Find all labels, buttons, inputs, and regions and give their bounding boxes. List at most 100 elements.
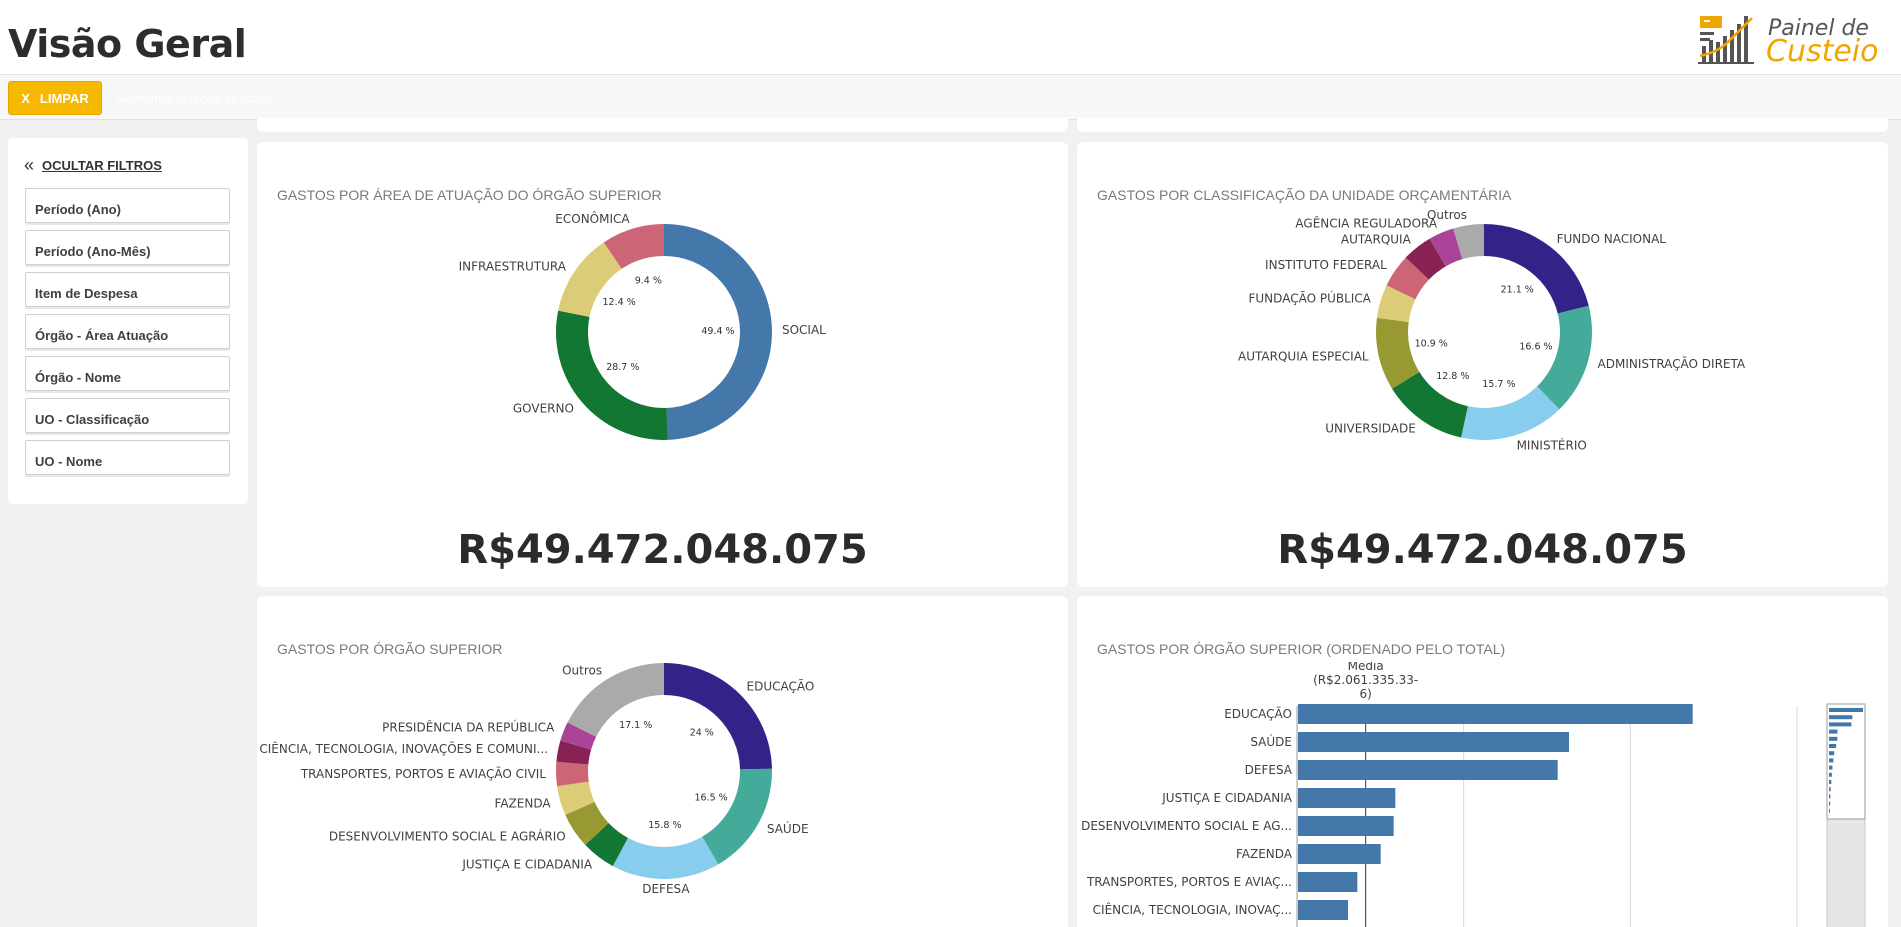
slice-label: SAÚDE <box>767 821 809 836</box>
minimap-bar <box>1829 751 1835 756</box>
bar-educacao[interactable] <box>1298 704 1693 724</box>
minimap-bar <box>1829 808 1830 813</box>
slice-label: PRESIDÊNCIA DA REPÚBLICA <box>382 720 555 735</box>
card-partial-top-left <box>257 118 1068 132</box>
app-logo: Painel de Custeio <box>1698 12 1888 69</box>
slice-label: EDUCAÇÃO <box>747 679 815 694</box>
close-icon: X <box>21 90 30 106</box>
slice-label: GOVERNO <box>513 401 574 415</box>
donut-chart-orgao[interactable]: EDUCAÇÃO 24 % SAÚDE 16.5 % DEFESA 15.8 % JUSTI… <box>257 656 1068 927</box>
card-partial-top-right <box>1077 118 1888 132</box>
minimap-bar <box>1829 801 1831 806</box>
slice-percent: 24 % <box>690 727 714 738</box>
card-title: GASTOS POR ÁREA DE ATUAÇÃO DO ÓRGÃO SUPE… <box>277 187 662 203</box>
filter-uo-classificacao[interactable]: UO - Classificação <box>25 398 230 433</box>
slice-label: JUSTIÇA E CIDADANIA <box>461 858 593 872</box>
card-gastos-classificacao: GASTOS POR CLASSIFICAÇÃO DA UNIDADE ORÇA… <box>1077 142 1888 587</box>
minimap-bar <box>1829 744 1837 748</box>
filter-label: Período (Ano) <box>35 202 121 217</box>
filter-label: UO - Classificação <box>35 412 150 427</box>
double-chevron-left-icon: « <box>24 155 35 175</box>
page-title: Visão Geral <box>8 22 247 66</box>
slice-percent: 10.9 % <box>1415 338 1448 349</box>
filter-label: Período (Ano-Mês) <box>35 244 151 259</box>
slice-label: FUNDAÇÃO PÚBLICA <box>1249 290 1372 305</box>
clear-selections-button[interactable]: X LIMPAR <box>8 81 102 115</box>
bar-transportes-portos-e-aviac[interactable] <box>1298 872 1358 892</box>
minimap-bar <box>1829 794 1831 799</box>
filter-orgao-area[interactable]: Órgão - Área Atuação <box>25 314 230 349</box>
hide-filters-link[interactable]: « OCULTAR FILTROS <box>24 156 162 174</box>
reference-value-cont: 6) <box>1360 687 1372 701</box>
minimap-bar <box>1829 708 1863 712</box>
slice-label: ADMINISTRAÇÃO DIRETA <box>1598 356 1746 371</box>
slice-administracao-direta[interactable] <box>1537 305 1592 410</box>
bar-justica-e-cidadania[interactable] <box>1298 788 1396 808</box>
slice-label: Outros <box>562 664 602 678</box>
slice-saude[interactable] <box>702 768 772 865</box>
bar-fazenda[interactable] <box>1298 844 1381 864</box>
slice-defesa[interactable] <box>612 836 719 879</box>
card-title: GASTOS POR CLASSIFICAÇÃO DA UNIDADE ORÇA… <box>1097 187 1512 203</box>
bar-label: TRANSPORTES, PORTOS E AVIAÇ... <box>1086 875 1292 889</box>
slice-label: FAZENDA <box>495 797 552 811</box>
kpi-total: R$49.472.048.075 <box>1277 527 1688 573</box>
slice-label: INFRAESTRUTURA <box>459 259 567 273</box>
bar-desenvolvimento-social-e-ag[interactable] <box>1298 816 1394 836</box>
slice-label: DEFESA <box>642 882 690 896</box>
bar-label: SAÚDE <box>1250 734 1292 749</box>
slice-label: Outros <box>1427 208 1467 222</box>
slice-percent: 16.5 % <box>694 792 727 803</box>
slice-label: DESENVOLVIMENTO SOCIAL E AGRÁRIO <box>329 828 566 843</box>
slice-percent: 21.1 % <box>1501 284 1534 295</box>
bar-label: JUSTIÇA E CIDADANIA <box>1161 791 1293 805</box>
bar-label: FAZENDA <box>1236 847 1293 861</box>
filter-periodo-ano-mes[interactable]: Período (Ano-Mês) <box>25 230 230 265</box>
filter-label: Item de Despesa <box>35 286 138 301</box>
slice-label: CIÊNCIA, TECNOLOGIA, INOVAÇÕES E COMUNI.… <box>259 741 548 756</box>
minimap-bar <box>1829 722 1852 727</box>
filter-uo-nome[interactable]: UO - Nome <box>25 440 230 475</box>
bar-chart-ordenado[interactable]: Média(R$2.061.335.33-6) EDUCAÇÃO SAÚDE DEFE… <box>1077 662 1888 927</box>
slice-label: ECONÔMICA <box>555 211 630 226</box>
slice-label: AUTARQUIA <box>1341 232 1412 246</box>
filter-label: Órgão - Nome <box>35 370 121 385</box>
filter-periodo-ano[interactable]: Período (Ano) <box>25 188 230 223</box>
minimap-bar <box>1829 765 1833 770</box>
slice-label: MINISTÉRIO <box>1517 437 1587 452</box>
clear-label: LIMPAR <box>39 90 89 106</box>
slice-percent: 28.7 % <box>606 362 639 373</box>
bar-label: DESENVOLVIMENTO SOCIAL E AG... <box>1081 819 1292 833</box>
minimap-bar <box>1829 787 1831 792</box>
bar-saude[interactable] <box>1298 732 1569 752</box>
donut-chart-classificacao[interactable]: FUNDO NACIONAL 21.1 % ADMINISTRAÇÃO DIRETA… <box>1077 202 1888 522</box>
bar-ciencia-tecnologia-inovac[interactable] <box>1298 900 1348 920</box>
selection-toolbar: X LIMPAR Nenhuma seleção aplicada <box>0 74 1901 120</box>
filter-orgao-nome[interactable]: Órgão - Nome <box>25 356 230 391</box>
slice-percent: 15.8 % <box>648 820 681 831</box>
bar-label: DEFESA <box>1245 763 1293 777</box>
slice-ministerio[interactable] <box>1461 386 1560 440</box>
slice-percent: 16.6 % <box>1519 342 1552 353</box>
slice-percent: 12.8 % <box>1436 371 1469 382</box>
selection-status: Nenhuma seleção aplicada <box>116 91 273 106</box>
filter-label: Órgão - Área Atuação <box>35 328 169 343</box>
slice-percent: 15.7 % <box>1482 379 1515 390</box>
slice-percent: 49.4 % <box>701 326 734 337</box>
slice-label: INSTITUTO FEDERAL <box>1265 258 1387 272</box>
logo-line2: Custeio <box>1766 34 1879 69</box>
minimap-bar <box>1829 736 1838 741</box>
bar-label: EDUCAÇÃO <box>1224 706 1292 721</box>
card-gastos-orgao-ordenado: GASTOS POR ÓRGÃO SUPERIOR (ORDENADO PELO… <box>1077 596 1888 927</box>
slice-label: TRANSPORTES, PORTOS E AVIAÇÃO CIVIL <box>300 766 547 781</box>
filter-item-despesa[interactable]: Item de Despesa <box>25 272 230 307</box>
slice-label: FUNDO NACIONAL <box>1557 232 1667 246</box>
bar-defesa[interactable] <box>1298 760 1558 780</box>
slice-label: AGÊNCIA REGULADORA <box>1295 216 1438 231</box>
reference-label: Média <box>1348 662 1384 673</box>
card-gastos-area: GASTOS POR ÁREA DE ATUAÇÃO DO ÓRGÃO SUPE… <box>257 142 1068 587</box>
donut-chart-area[interactable]: SOCIAL 49.4 % GOVERNO 28.7 % INFRAESTRUTURA 1… <box>257 202 1068 522</box>
slice-governo[interactable] <box>556 310 668 441</box>
minimap-bar <box>1829 758 1834 763</box>
slice-percent: 17.1 % <box>619 720 652 731</box>
